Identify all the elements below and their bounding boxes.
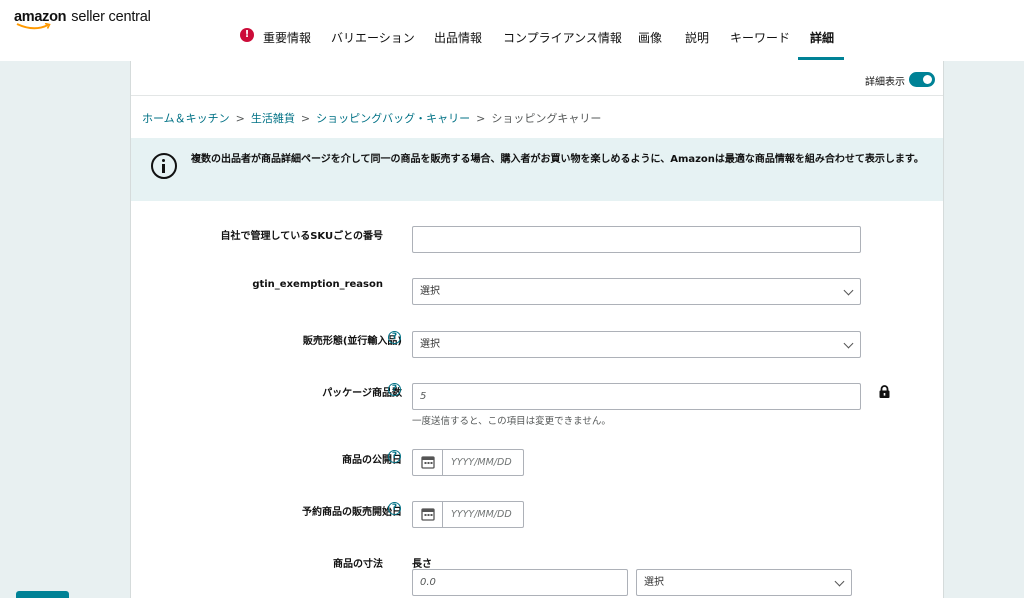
breadcrumb-item[interactable]: 生活雑貨: [251, 112, 295, 125]
release-date-picker[interactable]: YYYY/MM/DD: [412, 449, 524, 476]
length-input[interactable]: 0.0: [412, 569, 628, 596]
gtin-exemption-value: 選択: [420, 286, 440, 297]
calendar-icon[interactable]: [413, 450, 443, 475]
preorder-date-label: 予約商品の販売開始日: [302, 507, 402, 518]
breadcrumb-separator-icon: >: [300, 112, 311, 125]
alert-icon: !: [240, 28, 254, 42]
tab-offer[interactable]: 出品情報: [434, 29, 482, 46]
preorder-date-picker[interactable]: YYYY/MM/DD: [412, 501, 524, 528]
chevron-down-icon: [843, 285, 854, 296]
breadcrumb-current: ショッピングキャリー: [491, 112, 602, 125]
info-banner: 複数の出品者が商品詳細ページを介して同一の商品を販売する場合、購入者がお買い物を…: [131, 138, 943, 201]
info-banner-text: 複数の出品者が商品詳細ページを介して同一の商品を販売する場合、購入者がお買い物を…: [191, 154, 924, 165]
dimensions-label: 商品の寸法: [333, 559, 383, 570]
help-icon[interactable]: ?: [388, 450, 401, 463]
tab-bar: ! 重要情報 バリエーション 出品情報 コンプライアンス情報 画像 説明 キーワ…: [0, 0, 1024, 61]
tab-description[interactable]: 説明: [685, 29, 709, 46]
breadcrumb-separator-icon: >: [235, 112, 245, 125]
top-bar: amazon seller central ! 重要情報 バリエーション 出品情…: [0, 0, 1024, 61]
tab-details[interactable]: 詳細: [810, 29, 834, 46]
length-unit-select[interactable]: 選択: [636, 569, 852, 596]
breadcrumb: ホーム＆キッチン > 生活雑貨 > ショッピングバッグ・キャリー > ショッピングキャリー: [142, 110, 601, 126]
breadcrumb-item[interactable]: ホーム＆キッチン: [142, 112, 230, 125]
gtin-exemption-label: gtin_exemption_reason: [252, 279, 383, 290]
main-panel: 詳細表示 ホーム＆キッチン > 生活雑貨 > ショッピングバッグ・キャリー > ショッピング…: [130, 61, 944, 598]
tab-important-info[interactable]: 重要情報: [263, 29, 311, 46]
lock-icon: [879, 385, 890, 398]
sales-form-label: 販売形態(並行輸入品): [302, 336, 402, 347]
tab-variations[interactable]: バリエーション: [331, 29, 415, 46]
help-icon[interactable]: ?: [388, 383, 401, 396]
detail-view-toggle[interactable]: [909, 72, 935, 87]
package-qty-note: 一度送信すると、この項目は変更できません。: [412, 416, 611, 427]
chevron-down-icon: [834, 576, 845, 587]
sku-label: 自社で管理しているSKUごとの番号: [220, 231, 384, 242]
help-icon[interactable]: ?: [388, 502, 401, 515]
info-icon: [151, 153, 177, 179]
calendar-icon[interactable]: [413, 502, 443, 527]
tab-keywords[interactable]: キーワード: [730, 29, 790, 46]
help-icon[interactable]: ?: [388, 331, 401, 344]
sku-input[interactable]: [412, 226, 861, 253]
chevron-down-icon: [843, 338, 854, 349]
panel-toolbar: 詳細表示: [131, 61, 943, 96]
tab-images[interactable]: 画像: [638, 29, 662, 46]
gtin-exemption-select[interactable]: 選択: [412, 278, 861, 305]
detail-view-label: 詳細表示: [865, 77, 905, 88]
tab-compliance[interactable]: コンプライアンス情報: [503, 29, 622, 46]
sales-form-select[interactable]: 選択: [412, 331, 861, 358]
release-date-placeholder: YYYY/MM/DD: [451, 457, 512, 468]
length-label: 長さ: [412, 559, 432, 570]
package-qty-input[interactable]: 5: [412, 383, 861, 410]
active-tab-indicator: [798, 57, 844, 60]
breadcrumb-separator-icon: >: [476, 112, 486, 125]
floating-button[interactable]: [16, 591, 69, 598]
length-unit-value: 選択: [644, 577, 664, 588]
breadcrumb-item[interactable]: ショッピングバッグ・キャリー: [316, 112, 470, 125]
toggle-knob: [923, 75, 932, 84]
sales-form-value: 選択: [420, 339, 440, 350]
preorder-date-placeholder: YYYY/MM/DD: [451, 509, 512, 520]
